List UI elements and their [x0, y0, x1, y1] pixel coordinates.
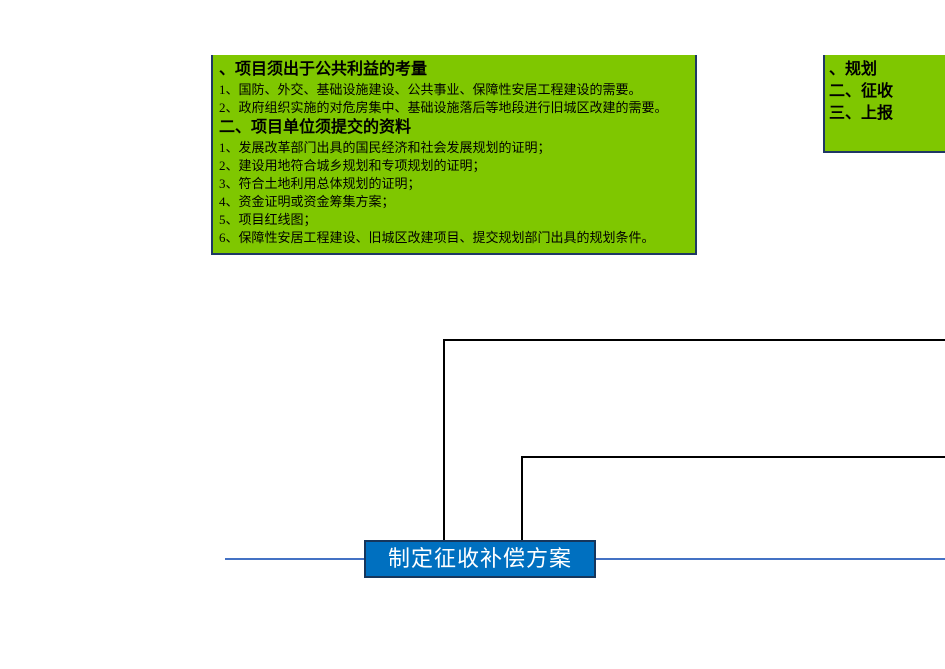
list-item: 、规划 — [829, 59, 941, 81]
connector-line — [443, 339, 945, 341]
info-box-left: 、项目须出于公共利益的考量 1、国防、外交、基础设施建设、公共事业、保障性安居工… — [211, 55, 697, 255]
process-box-label: 制定征收补偿方案 — [388, 546, 572, 571]
connector-line — [521, 456, 945, 458]
connector-line — [225, 558, 364, 560]
list-item: 二、征收 — [829, 81, 941, 103]
list-item: 2、建设用地符合城乡规划和专项规划的证明； — [219, 157, 689, 175]
list-item: 1、发展改革部门出具的国民经济和社会发展规划的证明； — [219, 139, 689, 157]
list-item: 6、保障性安居工程建设、旧城区改建项目、提交规划部门出具的规划条件。 — [219, 229, 689, 247]
list-item: 4、资金证明或资金筹集方案； — [219, 193, 689, 211]
list-item: 3、符合土地利用总体规划的证明； — [219, 175, 689, 193]
connector-line — [596, 558, 945, 560]
connector-line — [521, 456, 523, 540]
heading-2: 二、项目单位须提交的资料 — [219, 117, 689, 139]
list-item: 三、上报 — [829, 103, 941, 125]
info-box-right: 、规划 二、征收 三、上报 — [823, 55, 945, 153]
process-box-compensation-plan: 制定征收补偿方案 — [364, 540, 596, 578]
list-item: 2、政府组织实施的对危房集中、基础设施落后等地段进行旧城区改建的需要。 — [219, 99, 689, 117]
connector-line — [443, 339, 445, 540]
list-item: 1、国防、外交、基础设施建设、公共事业、保障性安居工程建设的需要。 — [219, 81, 689, 99]
heading-1: 、项目须出于公共利益的考量 — [219, 59, 689, 81]
list-item: 5、项目红线图； — [219, 211, 689, 229]
